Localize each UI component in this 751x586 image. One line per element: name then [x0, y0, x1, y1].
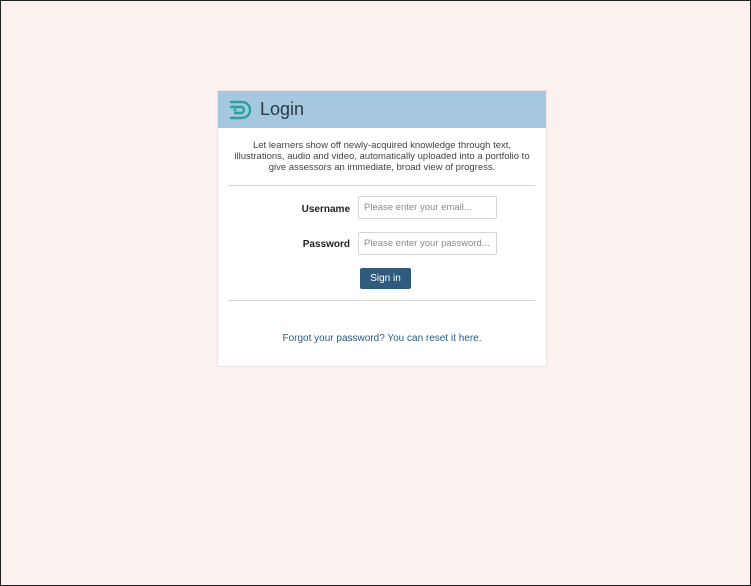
divider-top [228, 185, 535, 186]
password-input[interactable] [358, 232, 497, 255]
login-title: Login [260, 99, 305, 119]
username-label: Username [301, 204, 350, 215]
divider-bottom [228, 300, 535, 301]
login-header: Login [218, 91, 546, 128]
login-description: Let learners show off newly-acquired kno… [234, 140, 530, 173]
login-card: Login Let learners show off newly-acquir… [217, 90, 547, 367]
password-label: Password [302, 239, 350, 250]
login-logo-icon [228, 100, 252, 120]
sign-in-button[interactable]: Sign in [360, 268, 411, 289]
page-background: Login Let learners show off newly-acquir… [0, 0, 751, 586]
forgot-password-link[interactable]: Forgot your password? You can reset it h… [218, 333, 546, 344]
username-input[interactable] [358, 196, 497, 219]
